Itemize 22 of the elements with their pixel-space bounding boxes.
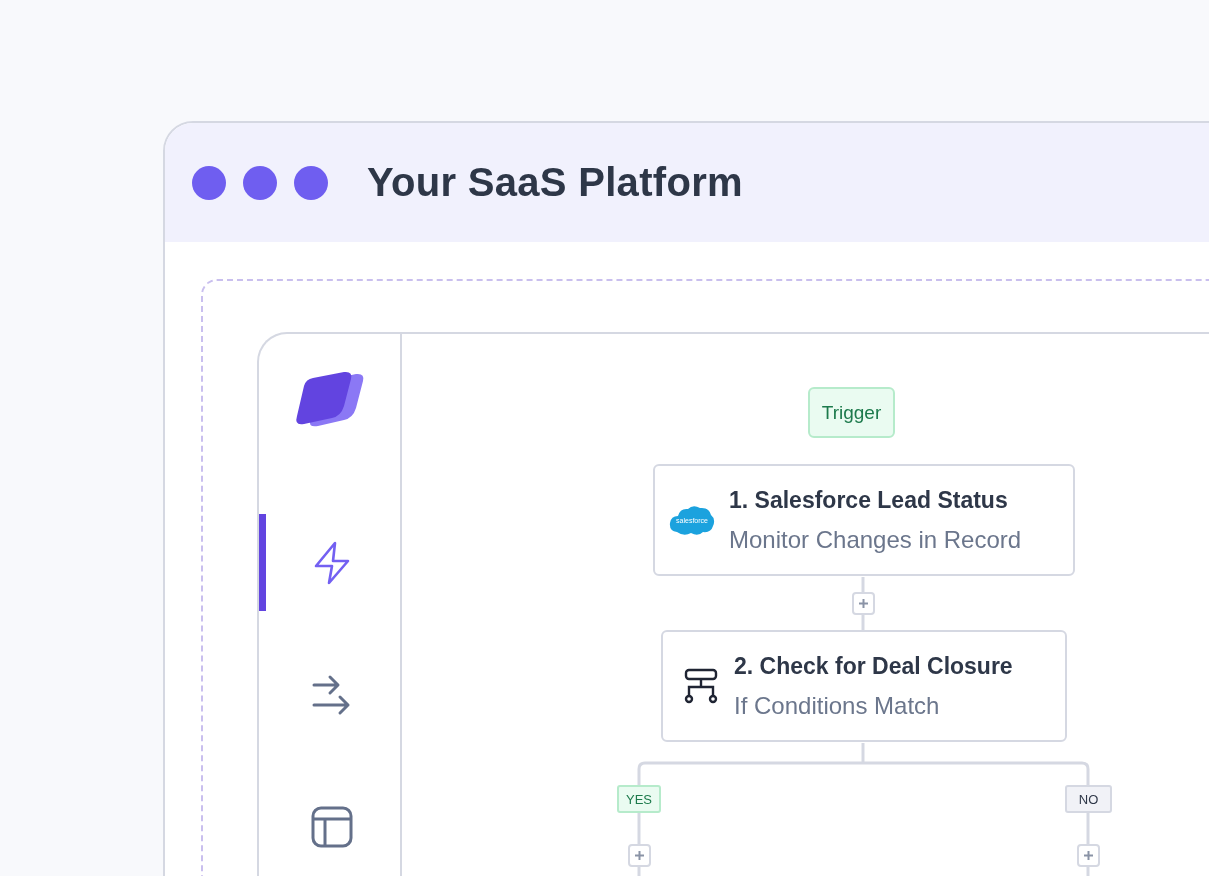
step-subtitle: If Conditions Match — [734, 691, 941, 720]
plus-icon — [858, 598, 869, 609]
window-control-dot[interactable] — [192, 165, 226, 200]
lightning-bolt-icon — [312, 540, 351, 585]
branch-label: YES — [617, 785, 661, 813]
step-title: 1. Salesforce Lead Status — [729, 486, 1009, 514]
add-step-button[interactable] — [628, 844, 651, 867]
step-title: 2. Check for Deal Closure — [734, 652, 1013, 680]
branch-label: NO — [1065, 785, 1112, 813]
arrows-icon — [311, 673, 352, 716]
add-step-button[interactable] — [1077, 844, 1100, 867]
window-title: Your SaaS Platform — [367, 160, 743, 205]
workflow-step-card[interactable]: 2. Check for Deal Closure If Conditions Match — [661, 630, 1067, 742]
plus-icon — [1083, 850, 1094, 861]
branch-icon — [682, 668, 720, 704]
trigger-label: Trigger — [808, 387, 895, 438]
step-subtitle: Monitor Changes in Record — [729, 525, 1022, 554]
window-control-dot[interactable] — [294, 165, 328, 200]
layout-icon — [310, 805, 353, 848]
add-step-button[interactable] — [852, 592, 875, 615]
window-control-dot[interactable] — [243, 165, 277, 200]
plus-icon — [634, 850, 645, 861]
